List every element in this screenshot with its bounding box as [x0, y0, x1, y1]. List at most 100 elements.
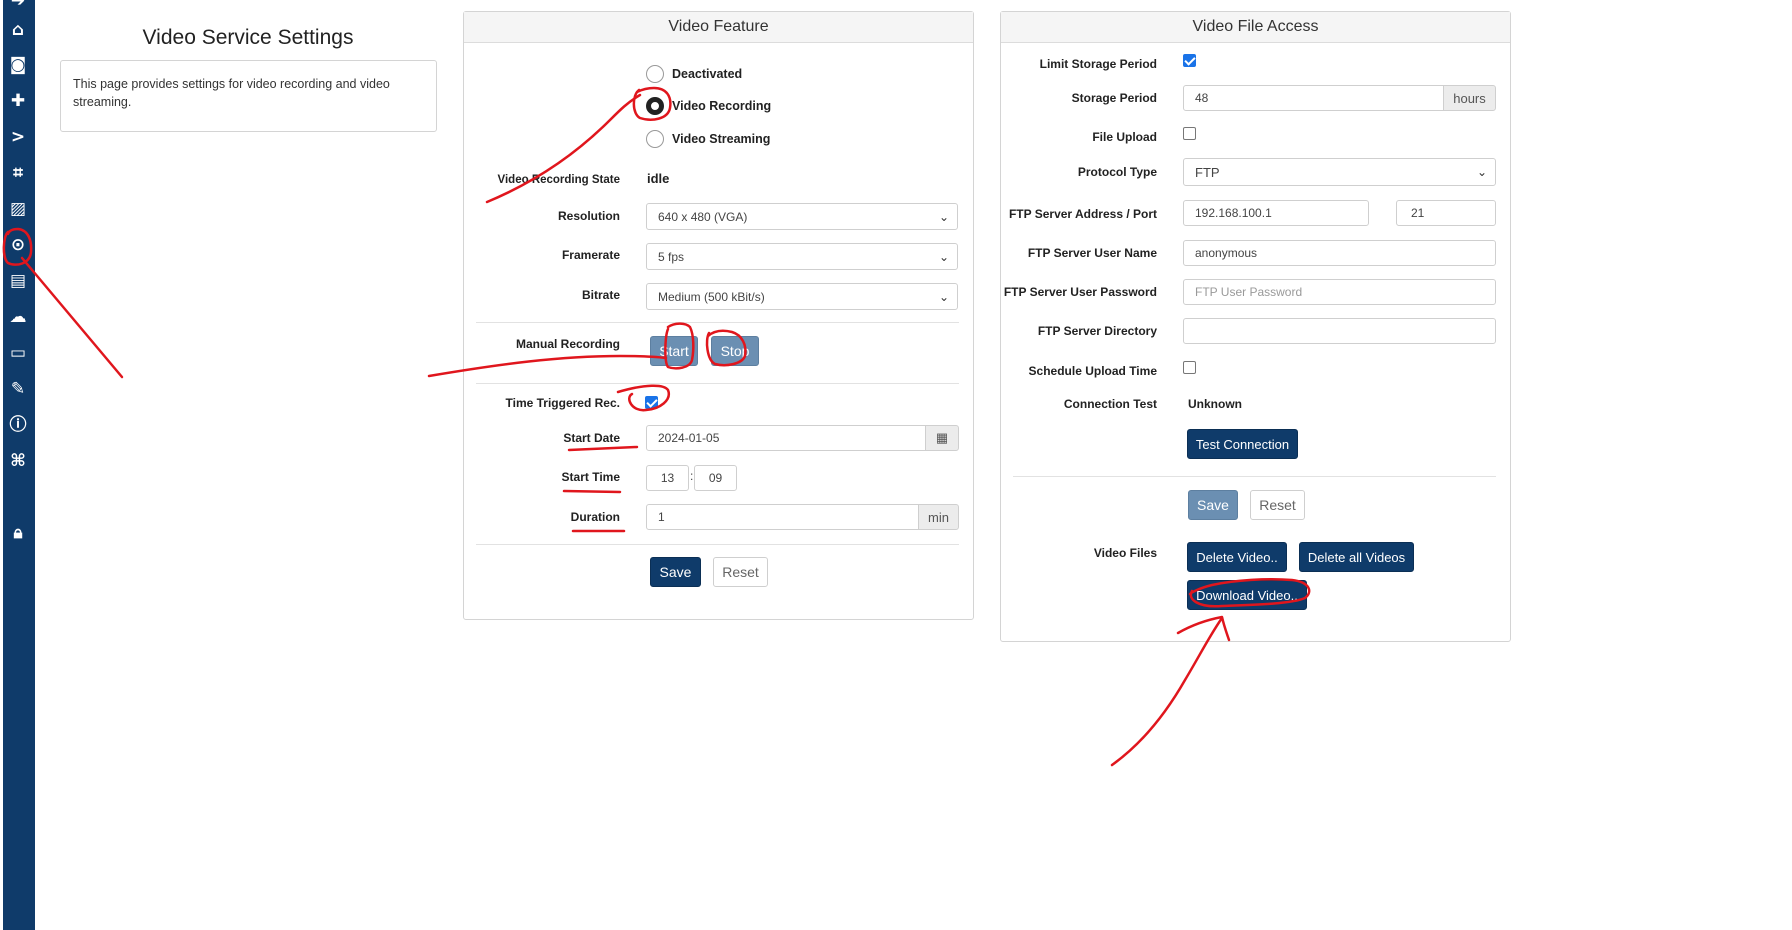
limit-storage-label: Limit Storage Period — [1039, 57, 1157, 71]
bitrate-value: Medium (500 kBit/s) — [658, 289, 765, 304]
resolution-value: 640 x 480 (VGA) — [658, 209, 748, 224]
puzzle-icon[interactable]: ✚ — [3, 88, 33, 114]
ftp-password-input[interactable]: FTP User Password — [1183, 279, 1496, 305]
bitrate-label: Bitrate — [581, 288, 620, 302]
divider — [476, 544, 959, 545]
manual-recording-label: Manual Recording — [515, 337, 620, 351]
page-description: This page provides settings for video re… — [73, 77, 390, 109]
video-feature-reset-button[interactable]: Reset — [713, 557, 768, 587]
duration-value: 1 — [658, 510, 665, 524]
start-time-hour-value: 13 — [660, 471, 675, 485]
arrow-icon[interactable]: ➔ — [3, 0, 33, 14]
stop-button[interactable]: Stop — [711, 336, 759, 366]
storage-period-value: 48 — [1195, 91, 1209, 105]
protocol-type-select[interactable]: FTP ⌄ — [1183, 158, 1496, 186]
calendar-button[interactable]: ▦ — [925, 425, 959, 451]
radio-video-streaming[interactable] — [646, 130, 664, 148]
file-access-save-button[interactable]: Save — [1188, 490, 1238, 520]
chevron-down-icon: ⌄ — [938, 209, 949, 224]
ftp-user-label: FTP Server User Name — [1027, 246, 1157, 260]
radio-video-recording[interactable] — [646, 97, 664, 115]
crop-icon[interactable]: ⌗ — [3, 160, 33, 186]
chevron-down-icon: ⌄ — [938, 289, 949, 304]
framerate-label: Framerate — [561, 248, 620, 262]
image-settings-icon[interactable]: ▨ — [3, 196, 33, 222]
chevron-down-icon: ⌄ — [938, 249, 949, 264]
radio-video-streaming-label: Video Streaming — [672, 132, 771, 146]
start-date-value: 2024-01-05 — [658, 431, 720, 445]
radio-deactivated-label: Deactivated — [672, 67, 743, 81]
home-icon[interactable]: ⌂ — [3, 17, 33, 43]
page-title: Video Service Settings — [142, 26, 354, 49]
video-feature-title: Video Feature — [464, 12, 973, 43]
protocol-type-value: FTP — [1195, 164, 1220, 180]
download-video-button[interactable]: Download Video.. — [1187, 580, 1307, 610]
ftp-address-label: FTP Server Address / Port — [1008, 207, 1157, 221]
ftp-password-placeholder: FTP User Password — [1195, 285, 1303, 299]
route-icon[interactable]: > — [3, 124, 33, 150]
video-feature-save-button[interactable]: Save — [650, 557, 701, 587]
radio-deactivated[interactable] — [646, 65, 664, 83]
ftp-address-input[interactable]: 192.168.100.1 — [1183, 200, 1369, 226]
schedule-upload-checkbox[interactable] — [1183, 361, 1196, 374]
wrench-icon[interactable]: ✎ — [3, 376, 33, 402]
ftp-directory-label: FTP Server Directory — [1037, 324, 1157, 338]
laptop-icon[interactable]: ▭ — [3, 340, 33, 366]
network-icon[interactable]: ⌘ — [3, 448, 33, 474]
duration-input[interactable]: 1 — [646, 504, 919, 530]
framerate-select[interactable]: 5 fps ⌄ — [646, 243, 958, 270]
time-triggered-label: Time Triggered Rec. — [505, 396, 621, 410]
schedule-upload-label: Schedule Upload Time — [1028, 364, 1157, 378]
ftp-user-input[interactable]: anonymous — [1183, 240, 1496, 266]
start-time-label: Start Time — [561, 470, 620, 484]
archive-icon[interactable]: ▤ — [3, 268, 33, 294]
play-circle-icon[interactable]: ⊙ — [3, 232, 33, 258]
protocol-type-label: Protocol Type — [1077, 165, 1157, 179]
test-connection-button[interactable]: Test Connection — [1187, 429, 1298, 459]
bitrate-select[interactable]: Medium (500 kBit/s) ⌄ — [646, 283, 958, 310]
delete-all-videos-button[interactable]: Delete all Videos — [1299, 542, 1414, 572]
storage-period-unit: hours — [1443, 85, 1496, 111]
radio-video-recording-label: Video Recording — [672, 99, 772, 113]
framerate-value: 5 fps — [658, 249, 685, 264]
start-time-minute-value: 09 — [708, 471, 723, 485]
start-date-label: Start Date — [563, 431, 620, 445]
video-files-label: Video Files — [1093, 546, 1157, 560]
connection-test-value: Unknown — [1188, 397, 1242, 411]
page-description-box: This page provides settings for video re… — [60, 60, 437, 132]
storage-period-label: Storage Period — [1071, 91, 1157, 105]
calendar-icon: ▦ — [935, 430, 949, 445]
ftp-directory-input[interactable] — [1183, 318, 1496, 344]
ftp-password-label: FTP Server User Password — [1003, 285, 1157, 299]
storage-period-input[interactable]: 48 — [1183, 85, 1444, 111]
file-upload-label: File Upload — [1092, 130, 1157, 144]
time-separator: : — [690, 469, 694, 483]
divider — [476, 322, 959, 323]
info-icon[interactable]: ⓘ — [3, 412, 33, 438]
duration-unit: min — [918, 504, 959, 530]
file-upload-checkbox[interactable] — [1183, 127, 1196, 140]
lock-icon[interactable]: 🔒︎ — [3, 520, 33, 546]
file-access-reset-button[interactable]: Reset — [1250, 490, 1305, 520]
resolution-select[interactable]: 640 x 480 (VGA) ⌄ — [646, 203, 958, 230]
recording-state-value: idle — [647, 171, 670, 186]
cloud-icon[interactable]: ☁ — [3, 304, 33, 330]
ftp-address-value: 192.168.100.1 — [1195, 206, 1272, 220]
video-file-access-title: Video File Access — [1001, 12, 1510, 43]
delete-video-button[interactable]: Delete Video.. — [1187, 542, 1287, 572]
recording-state-label: Video Recording State — [497, 174, 620, 186]
start-date-input[interactable]: 2024-01-05 — [646, 425, 926, 451]
divider — [476, 383, 959, 384]
start-time-hour-input[interactable]: 13 — [646, 465, 689, 491]
ftp-port-input[interactable]: 21 — [1396, 200, 1496, 226]
start-button[interactable]: Start — [650, 336, 698, 366]
chevron-down-icon: ⌄ — [1476, 165, 1487, 179]
annotation-sidebar-line — [20, 256, 124, 379]
limit-storage-checkbox[interactable] — [1183, 54, 1196, 67]
resolution-label: Resolution — [558, 209, 620, 223]
camera-icon[interactable]: ◙ — [3, 52, 33, 78]
connection-test-label: Connection Test — [1063, 397, 1157, 411]
divider — [1013, 476, 1496, 477]
start-time-minute-input[interactable]: 09 — [694, 465, 737, 491]
time-triggered-checkbox[interactable] — [645, 396, 658, 409]
